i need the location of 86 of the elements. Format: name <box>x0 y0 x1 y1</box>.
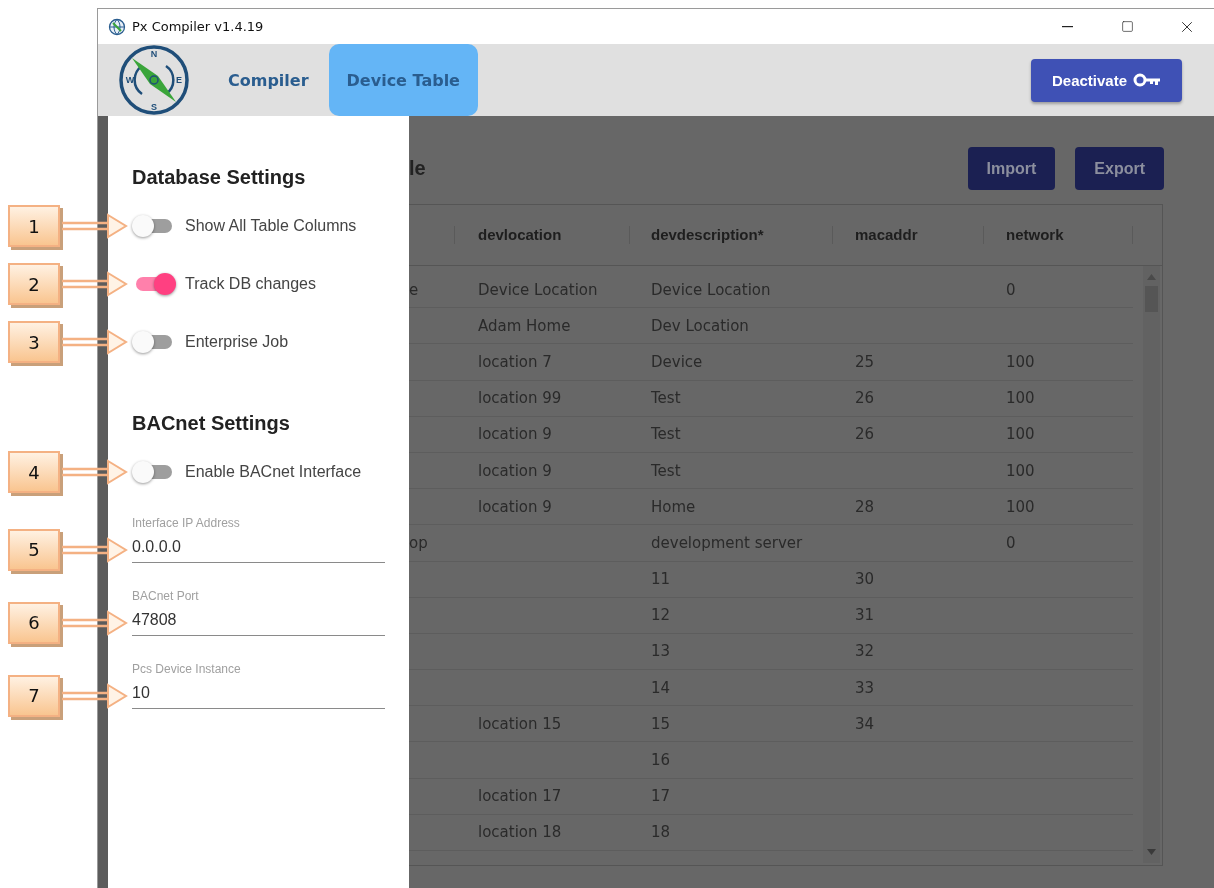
table-cell: 34 <box>855 714 875 733</box>
table-cell: Dev Location <box>651 316 749 335</box>
column-header[interactable]: network <box>1006 226 1064 243</box>
section-title: BACnet Settings <box>132 411 291 436</box>
table-cell: Device <box>651 352 703 371</box>
table-cell: Adam Home <box>478 316 571 335</box>
table-cell: Test <box>651 389 681 408</box>
deactivate-button[interactable]: Deactivate <box>1031 58 1182 102</box>
table-cell: 25 <box>855 352 875 371</box>
table-cell: 17 <box>651 787 671 806</box>
table-cell: location 7 <box>478 352 552 371</box>
table-cell: 15 <box>651 714 671 733</box>
table-cell: op <box>409 533 428 552</box>
callout-arrow <box>62 327 128 357</box>
table-cell: Device Location <box>651 280 771 299</box>
table-cell: 100 <box>1006 461 1035 480</box>
callout-number: 4 <box>8 451 60 493</box>
callout-arrow <box>62 269 128 299</box>
field-label: Interface IP Address <box>132 516 241 530</box>
table-cell: 100 <box>1006 497 1035 516</box>
switch-label: Enable BACnet Interface <box>185 463 362 481</box>
table-cell: 0 <box>1006 280 1016 299</box>
table-cell: 0 <box>1006 533 1016 552</box>
section-title: Database Settings <box>132 165 307 190</box>
table-cell: 31 <box>855 606 875 625</box>
maximize-icon <box>1120 20 1134 33</box>
import-button[interactable]: Import <box>967 147 1056 190</box>
table-cell: 30 <box>855 570 875 589</box>
app-globe-icon <box>108 17 126 36</box>
table-cell: Device Location <box>478 280 598 299</box>
key-icon <box>1133 73 1161 87</box>
field-label: BACnet Port <box>132 589 200 603</box>
callout-number: 1 <box>8 205 60 247</box>
table-cell: location 17 <box>478 787 562 806</box>
switch-label: Track DB changes <box>185 275 316 293</box>
table-cell: 28 <box>855 497 875 516</box>
table-cell: location 18 <box>478 823 562 842</box>
window-title: Px Compiler v1.4.19 <box>132 19 265 34</box>
input-field[interactable]: 0.0.0.0 <box>132 536 385 563</box>
column-header[interactable]: devlocation <box>478 226 562 243</box>
table-cell: location 9 <box>478 425 552 444</box>
callout-number: 5 <box>8 528 60 571</box>
page-title: le <box>409 157 427 180</box>
nav-tab[interactable]: Compiler <box>210 44 327 116</box>
table-cell: 12 <box>651 606 671 625</box>
table-cell: Home <box>651 497 696 516</box>
table-cell: location 15 <box>478 714 562 733</box>
callout-number: 7 <box>8 674 60 717</box>
callout-number: 6 <box>8 601 60 644</box>
table-cell: location 99 <box>478 389 562 408</box>
table-cell: location 9 <box>478 497 552 516</box>
table-cell: location 9 <box>478 461 552 480</box>
switch-label: Show All Table Columns <box>185 217 357 235</box>
table-cell: Test <box>651 425 681 444</box>
table-cell: 26 <box>855 425 875 444</box>
table-cell: 14 <box>651 678 671 697</box>
table-cell: 26 <box>855 389 875 408</box>
compass-logo: N E S W <box>118 44 190 116</box>
column-header[interactable]: devdescription* <box>651 226 764 243</box>
table-cell: e <box>409 280 419 299</box>
scroll-down-icon[interactable] <box>1147 849 1156 855</box>
input-field[interactable]: 47808 <box>132 609 385 636</box>
export-button[interactable]: Export <box>1075 147 1164 190</box>
input-field[interactable]: 10 <box>132 682 385 709</box>
scrollbar[interactable] <box>1143 266 1160 863</box>
column-header[interactable]: macaddr <box>855 226 918 243</box>
table-cell: 11 <box>651 570 671 589</box>
table-cell: 16 <box>651 751 671 770</box>
table-cell: 32 <box>855 642 875 661</box>
table-cell: 100 <box>1006 425 1035 444</box>
table-cell: Test <box>651 461 681 480</box>
table-cell: 100 <box>1006 352 1035 371</box>
callout-arrow <box>62 211 128 241</box>
table-cell: development server <box>651 533 803 552</box>
nav-tab[interactable]: Device Table <box>328 44 478 116</box>
minimize-icon <box>1061 25 1073 28</box>
callout-arrow <box>62 457 128 487</box>
callout-number: 3 <box>8 321 60 363</box>
table-cell: 33 <box>855 678 875 697</box>
table-cell: 100 <box>1006 389 1035 408</box>
field-label: Pcs Device Instance <box>132 662 242 676</box>
scroll-up-icon[interactable] <box>1147 274 1156 280</box>
switch-label: Enterprise Job <box>185 333 289 351</box>
table-cell: 18 <box>651 823 671 842</box>
table-cell: 13 <box>651 642 671 661</box>
callout-number: 2 <box>8 263 60 305</box>
